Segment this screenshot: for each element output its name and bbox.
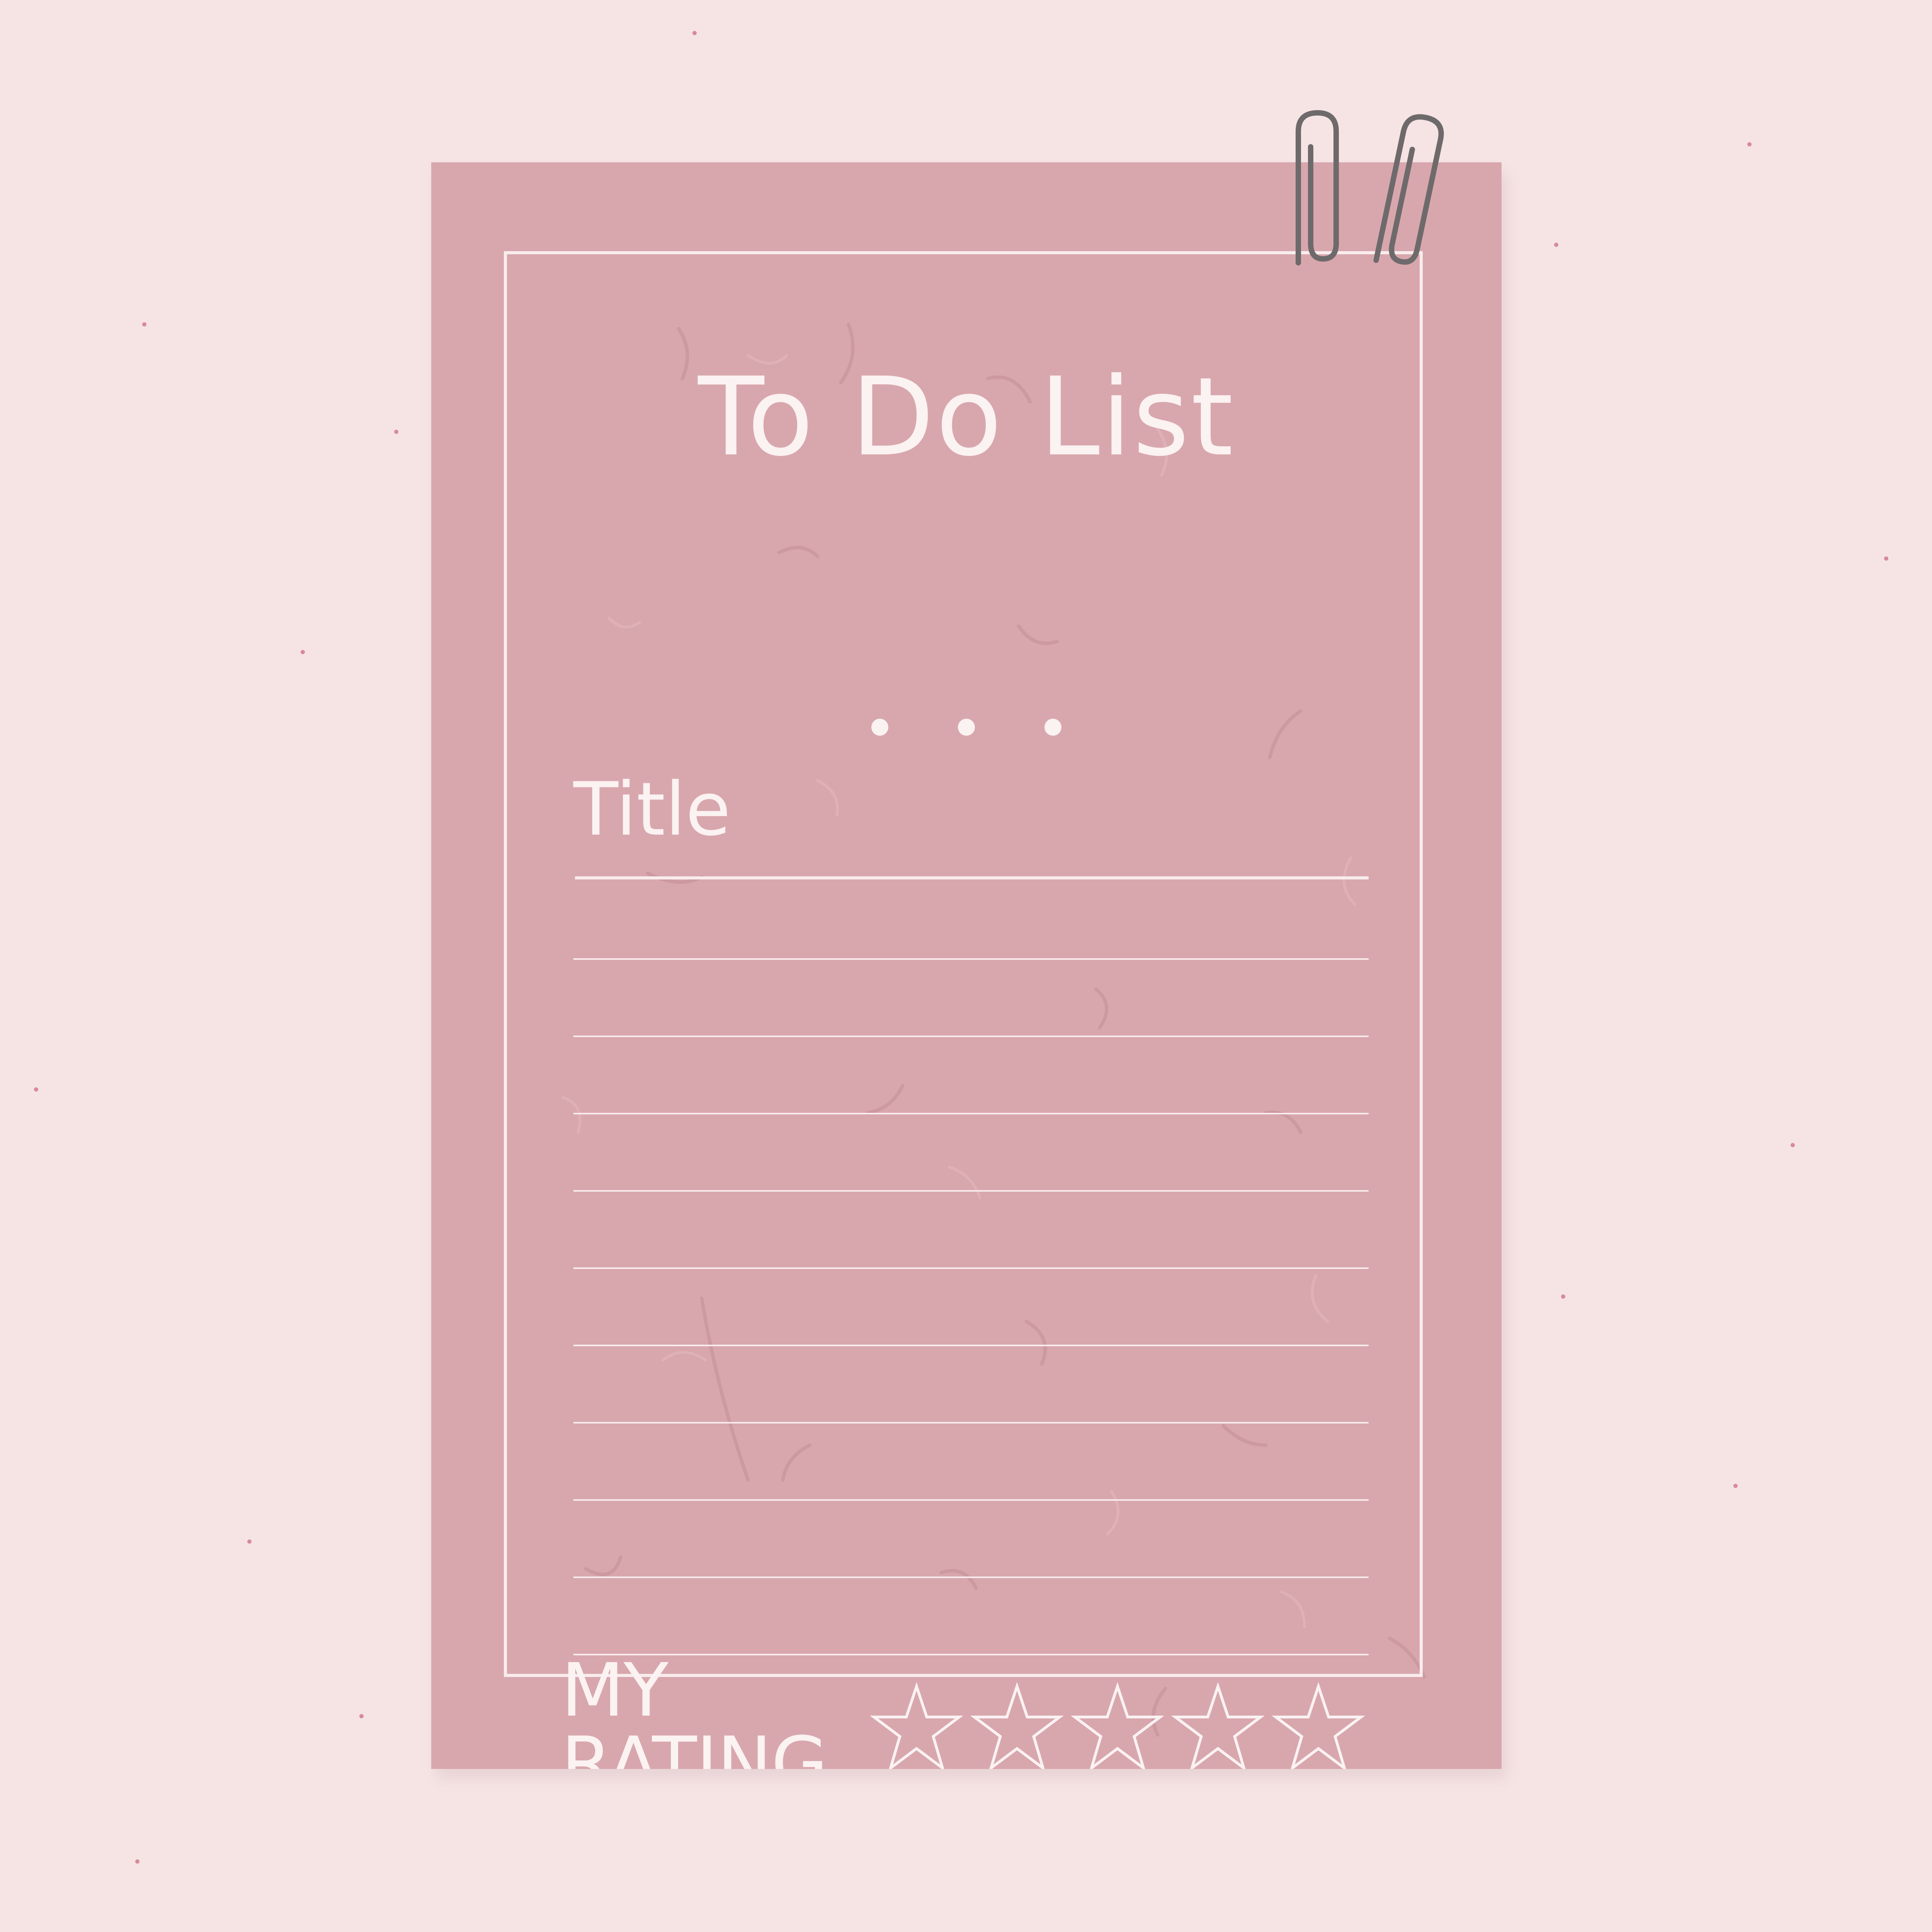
paperclip-icon — [1296, 110, 1339, 265]
todo-line[interactable] — [573, 1345, 1369, 1422]
decor-dot — [394, 430, 398, 434]
decor-dot — [1554, 243, 1558, 247]
todo-line[interactable] — [573, 1113, 1369, 1190]
todo-card: To Do List Title MY RATING — [431, 162, 1502, 1769]
page-title: To Do List — [698, 354, 1235, 480]
star-icon[interactable] — [1172, 1681, 1264, 1769]
todo-line[interactable] — [573, 1422, 1369, 1499]
ornament-dot — [1044, 719, 1061, 736]
decor-dot — [34, 1087, 38, 1092]
decor-dot — [1747, 142, 1752, 146]
ornament-dot — [871, 719, 888, 736]
title-field-label: Title — [573, 767, 731, 852]
decor-dot — [1733, 1484, 1738, 1488]
todo-line[interactable] — [573, 1267, 1369, 1345]
rating-stars — [870, 1681, 1372, 1769]
decor-dot — [247, 1539, 252, 1544]
decor-dot — [142, 322, 146, 327]
rating-row: MY RATING — [561, 1654, 1372, 1769]
title-ornament — [431, 719, 1502, 736]
todo-line[interactable] — [573, 1036, 1369, 1113]
star-icon[interactable] — [1272, 1681, 1365, 1769]
decor-dot — [135, 1859, 139, 1864]
todo-line[interactable] — [573, 1499, 1369, 1577]
paperclip-icon — [1373, 114, 1444, 265]
paperclips — [1296, 110, 1444, 265]
decor-dot — [692, 31, 697, 35]
todo-line[interactable] — [573, 1577, 1369, 1654]
rating-label: MY RATING — [561, 1648, 828, 1769]
todo-lines — [573, 958, 1369, 1731]
star-icon[interactable] — [1071, 1681, 1164, 1769]
decor-dot — [301, 650, 305, 654]
decor-dot — [1791, 1143, 1795, 1147]
star-icon[interactable] — [971, 1681, 1063, 1769]
decor-dot — [1884, 556, 1888, 561]
decor-dot — [1561, 1294, 1565, 1299]
todo-line[interactable] — [573, 1190, 1369, 1267]
title-field-line[interactable] — [575, 876, 1369, 879]
ornament-dot — [958, 719, 975, 736]
decor-dot — [359, 1714, 364, 1718]
star-icon[interactable] — [870, 1681, 963, 1769]
todo-line[interactable] — [573, 958, 1369, 1036]
